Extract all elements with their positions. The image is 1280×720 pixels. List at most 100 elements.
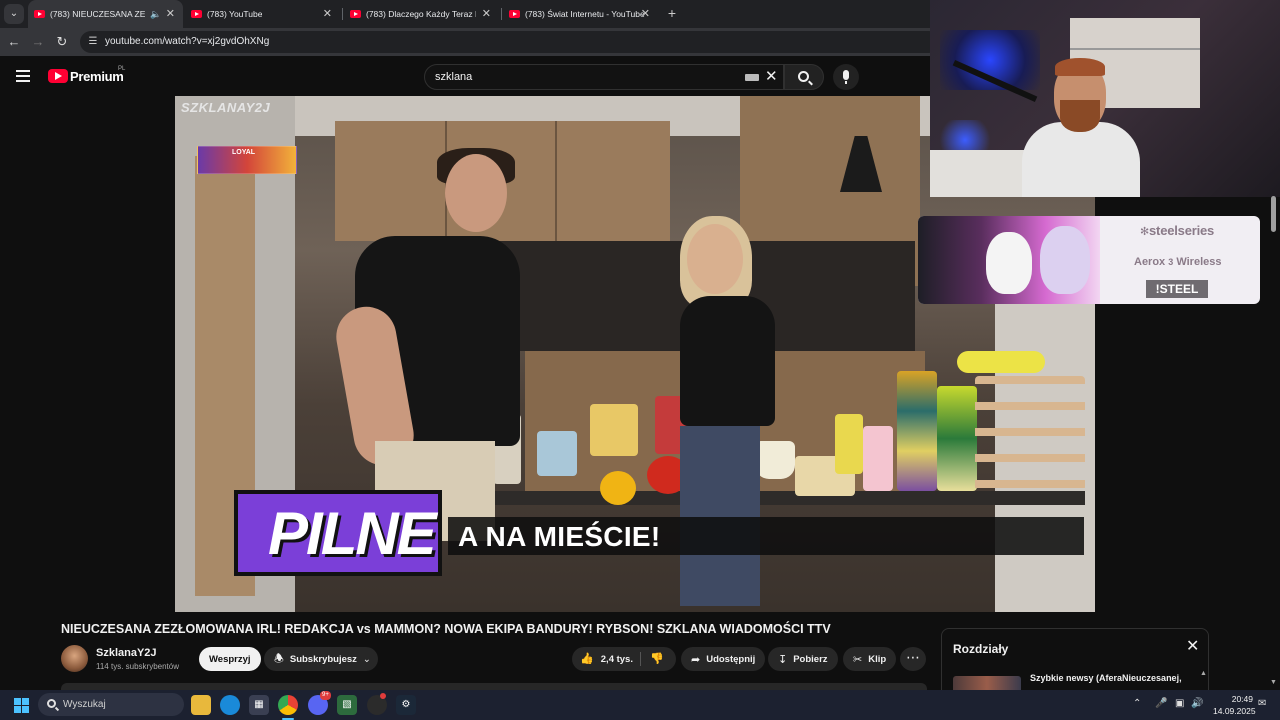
youtube-logo-icon[interactable] (48, 69, 68, 83)
reload-icon[interactable]: ↻ (53, 33, 71, 51)
search-query[interactable]: szklana (435, 71, 472, 83)
clip-button[interactable]: ✂ Klip (843, 647, 897, 671)
channel-name[interactable]: SzklanaY2J (96, 647, 157, 659)
scene-wood-rack (975, 376, 1085, 491)
tab-separator (342, 8, 343, 20)
close-tab-icon[interactable]: ✕ (482, 8, 491, 20)
more-actions-icon[interactable]: ⋯ (900, 647, 926, 671)
volume-icon[interactable]: 🔊 (1191, 698, 1203, 709)
scene-shaker (863, 426, 893, 491)
speaker-icon[interactable]: 🔈 (150, 9, 161, 20)
ticker-text: A NA MIEŚCIE! (458, 521, 661, 552)
close-icon[interactable]: ✕ (1186, 639, 1199, 655)
close-tab-icon[interactable]: ✕ (323, 8, 332, 20)
clear-search-icon[interactable]: ✕ (765, 69, 778, 85)
microphone-icon[interactable]: 🎤 (1155, 698, 1167, 709)
close-tab-icon[interactable]: ✕ (641, 8, 650, 20)
breaking-news-label: PILNE (268, 500, 437, 567)
like-dislike-group: 👍 2,4 tys. 👎 (572, 647, 676, 671)
sponsor-banner: LOYAL (197, 146, 297, 174)
subscribed-button[interactable]: 🕭 Subskrybujesz ⌄ (264, 647, 378, 671)
address-bar[interactable]: ☰ youtube.com/watch?v=xj2gvdOhXNg (80, 31, 940, 53)
chapter-item[interactable]: Szybkie newsy (AferaNieuczesanej, (1030, 673, 1182, 683)
back-arrow-icon[interactable]: ← (5, 33, 23, 51)
like-count: 2,4 tys. (600, 654, 633, 665)
share-label: Udostępnij (706, 653, 756, 665)
sponsor-ad-banner: ✻steelseries Aerox 3 Wireless !STEEL (918, 216, 1260, 304)
file-explorer-icon[interactable] (191, 695, 211, 715)
steam-icon[interactable]: ⚙ (396, 695, 416, 715)
mouse-icon (986, 232, 1032, 294)
menu-icon[interactable] (16, 70, 30, 82)
youtube-favicon-icon (191, 10, 202, 18)
tab-nieuczesana[interactable]: (783) NIEUCZESANA ZEZŁOMOWANA 🔈 ✕ (28, 0, 183, 28)
ad-product-image (918, 216, 1100, 304)
share-icon: ➦ (691, 653, 701, 666)
clock-date: 14.09.2025 (1213, 706, 1256, 716)
download-icon: ↧ (778, 653, 788, 666)
chevron-up-icon[interactable]: ⌃ (1133, 698, 1141, 709)
support-button[interactable]: Wesprzyj (199, 647, 261, 671)
search-input[interactable]: szklana ✕ (424, 64, 784, 90)
channel-avatar[interactable] (61, 645, 88, 672)
taskbar-search-placeholder: Wyszukaj (63, 699, 106, 710)
share-button[interactable]: ➦ Udostępnij (681, 647, 766, 671)
scene-cans-2 (937, 386, 977, 491)
url-text[interactable]: youtube.com/watch?v=xj2gvdOhXNg (105, 36, 269, 47)
scissors-icon: ✂ (853, 653, 863, 666)
chrome-icon[interactable] (278, 695, 298, 720)
youtube-favicon-icon (509, 10, 520, 18)
keyboard-icon[interactable] (745, 74, 759, 81)
tab-youtube[interactable]: (783) YouTube ✕ (185, 0, 340, 28)
tab-title: (783) Dlaczego Każdy Teraz Mó (366, 9, 476, 19)
download-button[interactable]: ↧ Pobierz (768, 647, 838, 671)
premium-logo-text[interactable]: Premium (70, 69, 124, 84)
forward-arrow-icon[interactable]: → (29, 33, 47, 51)
chapters-scroll-up-icon[interactable]: ▲ (1200, 670, 1207, 677)
notifications-icon[interactable]: ✉ (1258, 698, 1266, 709)
tab-search-menu-button[interactable]: ⌄ (4, 4, 24, 24)
discord-icon[interactable]: 9+ (308, 691, 331, 715)
cam-streamer-beard (1060, 100, 1100, 132)
subscriber-count: 114 tys. subskrybentów (96, 662, 180, 671)
microphone-icon (843, 70, 849, 84)
scene-rice-box (590, 404, 638, 456)
sponsor-label: LOYAL (232, 149, 256, 156)
close-tab-icon[interactable]: ✕ (166, 8, 175, 20)
windows-start-icon[interactable] (14, 698, 29, 713)
streamer-webcam (930, 0, 1280, 197)
clock[interactable]: 20:49 14.09.2025 (1213, 693, 1256, 717)
region-code: PL (118, 66, 126, 72)
spreadsheet-icon[interactable]: ▧ (337, 695, 357, 715)
site-info-icon[interactable]: ☰ (86, 35, 100, 49)
tab-swiat-internetu[interactable]: (783) Świat Internetu - YouTube ✕ (503, 0, 658, 28)
mouse-icon (1040, 226, 1090, 294)
tab-title: (783) NIEUCZESANA ZEZŁOMOWANA (50, 9, 145, 19)
video-title: NIEUCZESANA ZEZŁOMOWANA IRL! REDAKCJA vs… (61, 622, 831, 636)
scene-man-head (445, 154, 507, 232)
breaking-news-badge: PILNE (234, 490, 442, 576)
new-tab-button[interactable]: + (664, 5, 680, 21)
cam-streamer-body (1022, 122, 1140, 197)
scene-cans (897, 371, 937, 491)
voice-search-button[interactable] (833, 64, 859, 90)
scene-yellow-bottle (957, 351, 1045, 373)
scene-woman-head (687, 224, 743, 294)
scene-bottle (835, 414, 863, 474)
like-button[interactable]: 👍 2,4 tys. (580, 652, 633, 665)
taskbar-search[interactable]: Wyszukaj (38, 693, 184, 716)
store-icon[interactable]: ▦ (249, 695, 269, 715)
obs-icon[interactable] (367, 693, 387, 715)
edge-icon[interactable] (220, 695, 240, 715)
tab-dlaczego[interactable]: (783) Dlaczego Każdy Teraz Mó ✕ (344, 0, 499, 28)
clip-label: Klip (868, 653, 887, 665)
page-scrollbar[interactable] (1271, 196, 1276, 232)
scroll-down-icon[interactable]: ▼ (1270, 679, 1277, 686)
cam-streamer-hair (1055, 58, 1105, 76)
search-button[interactable] (784, 64, 824, 90)
scene-jar (755, 441, 795, 479)
scene-pepper-yellow (600, 471, 636, 505)
search-icon (47, 699, 56, 708)
thumbs-down-icon[interactable]: 👎 (650, 652, 664, 665)
network-icon[interactable]: ▣ (1175, 698, 1184, 709)
